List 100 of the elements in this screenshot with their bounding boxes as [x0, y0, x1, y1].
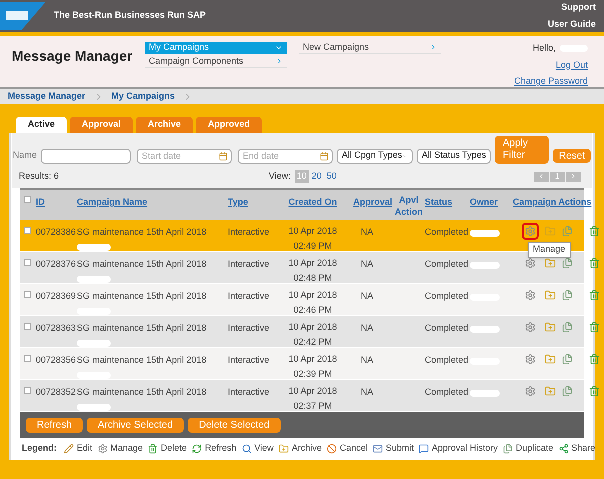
action-button[interactable]: Refresh	[26, 418, 84, 432]
table-cell-text: 10 Apr 2018 02:48 PM	[288, 257, 338, 285]
table-cell-text: Interactive	[228, 354, 271, 367]
checkbox[interactable]	[24, 323, 31, 330]
delete-button[interactable]	[589, 226, 600, 237]
speech-bubble-icon	[418, 444, 429, 454]
logo	[0, 2, 46, 30]
legend-label: Archive	[292, 442, 322, 456]
column-header[interactable]: Type	[228, 196, 273, 220]
start-date-field[interactable]: Start date	[137, 148, 232, 164]
status-select[interactable]: All Status Types	[417, 148, 492, 164]
menu-item[interactable]: Campaign Components	[145, 56, 287, 68]
checkbox[interactable]	[24, 259, 31, 266]
archive-button[interactable]	[545, 258, 556, 269]
arrow-right-icon	[570, 173, 577, 180]
checkbox[interactable]	[24, 291, 31, 298]
checkbox[interactable]	[24, 387, 31, 394]
menu-item[interactable]: My Campaigns	[145, 42, 287, 54]
mail-icon	[372, 444, 383, 454]
table-cell-text: 10 Apr 2018 02:46 PM	[288, 289, 338, 317]
documents-icon	[503, 444, 514, 454]
archive-button[interactable]	[545, 354, 556, 365]
column-header: Apvl Action	[394, 194, 424, 219]
next-page-button[interactable]	[566, 172, 581, 182]
table-cell-text: 00728386	[36, 226, 77, 239]
apply-filter-button[interactable]: Apply Filter	[495, 136, 550, 164]
checkbox[interactable]	[24, 227, 31, 234]
table-cell-text: NA	[360, 226, 375, 239]
tab[interactable]: Archive	[136, 117, 194, 133]
delete-button[interactable]	[589, 354, 600, 365]
tab[interactable]: Approved	[196, 117, 262, 133]
column-header[interactable]: Approval	[353, 196, 393, 220]
breadcrumb-link[interactable]: My Campaigns	[112, 90, 176, 104]
duplicate-button[interactable]	[562, 386, 573, 397]
action-button[interactable]: Delete Selected	[188, 418, 281, 432]
reset-button[interactable]: Reset	[553, 149, 591, 163]
column-header[interactable]: ID	[36, 196, 77, 220]
redaction-mark	[470, 262, 500, 269]
name-field[interactable]	[41, 148, 132, 164]
duplicate-button[interactable]	[562, 322, 573, 333]
duplicate-button[interactable]	[562, 258, 573, 269]
legend-label: Manage	[110, 442, 144, 456]
table-cell-text: NA	[360, 354, 375, 367]
action-button[interactable]: Archive Selected	[87, 418, 184, 432]
table-cell-text: NA	[360, 290, 375, 303]
table-cell-text: SG maintenance 15th April 2018	[77, 322, 208, 335]
legend-label: Edit	[77, 442, 93, 456]
table-cell-text: SG maintenance 15th April 2018	[77, 354, 208, 367]
archive-button[interactable]	[545, 386, 556, 397]
table-cell-text: Interactive	[228, 322, 271, 335]
pencil-icon	[64, 444, 74, 454]
table-cell-text: Completed	[425, 322, 470, 335]
delete-button[interactable]	[589, 290, 600, 301]
column-header[interactable]: Campaign Actions	[513, 196, 592, 220]
archive-button[interactable]	[545, 322, 556, 333]
table-cell-text: Interactive	[228, 386, 271, 399]
duplicate-button[interactable]	[562, 290, 573, 301]
table-cell-text: SG maintenance 15th April 2018	[77, 258, 208, 271]
delete-button[interactable]	[589, 322, 600, 333]
folder-plus-icon	[278, 444, 289, 454]
tab[interactable]: Approval	[70, 117, 134, 133]
delete-button[interactable]	[589, 386, 600, 397]
column-header[interactable]: Owner	[470, 196, 513, 220]
header-link[interactable]: User Guide	[548, 18, 596, 32]
field-label: Name	[13, 149, 38, 162]
archive-button[interactable]	[545, 290, 556, 301]
redaction-mark	[77, 404, 111, 410]
previous-page-button[interactable]	[534, 172, 549, 182]
column-header[interactable]: Campaign Name	[77, 196, 228, 220]
archive-button[interactable]	[545, 226, 556, 237]
account-link[interactable]: Log Out	[556, 58, 588, 72]
menu-item[interactable]: New Campaigns	[299, 42, 441, 54]
manage-button[interactable]	[522, 223, 539, 240]
legend-title: Legend:	[22, 442, 57, 456]
duplicate-button[interactable]	[562, 354, 573, 365]
redaction-mark	[77, 276, 111, 282]
column-header[interactable]: Created On	[273, 196, 353, 220]
header-link[interactable]: Support	[562, 0, 596, 14]
tab[interactable]: Active	[16, 117, 68, 133]
page-size-option[interactable]: 20	[310, 170, 324, 184]
legend-label: View	[254, 442, 274, 456]
table-cell-text: 00728369	[36, 290, 77, 303]
gear-icon	[98, 444, 108, 454]
account-link[interactable]: Change Password	[514, 75, 588, 88]
type-select[interactable]: All Cpgn Types	[337, 148, 414, 164]
table-cell-text: Completed	[425, 258, 470, 271]
checkbox[interactable]	[24, 355, 31, 362]
table-cell-text: Completed	[425, 226, 470, 239]
column-header[interactable]: Status	[425, 196, 470, 220]
checkbox[interactable]	[24, 196, 31, 203]
end-date-field[interactable]: End date	[238, 148, 334, 164]
chevron-right-icon	[276, 58, 283, 65]
table-cell-text: Interactive	[228, 226, 271, 239]
duplicate-button[interactable]	[562, 226, 573, 237]
delete-button[interactable]	[589, 258, 600, 269]
breadcrumb-link[interactable]: Message Manager	[8, 90, 86, 104]
redaction-mark	[77, 244, 111, 250]
table-cell-text: Completed	[425, 290, 470, 303]
page-size-option[interactable]: 50	[324, 170, 339, 184]
table-cell-text: Interactive	[228, 290, 271, 303]
